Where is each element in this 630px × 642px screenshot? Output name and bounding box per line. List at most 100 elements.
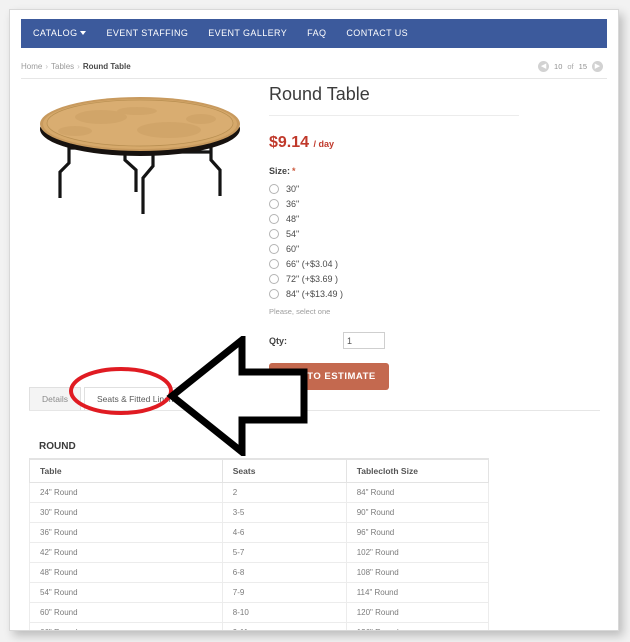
nav-item-label: FAQ bbox=[307, 28, 327, 38]
table-row: 42" Round 5-7 102" Round bbox=[29, 542, 490, 563]
nav-item-event-staffing[interactable]: EVENT STAFFING bbox=[96, 19, 198, 48]
size-option-60[interactable]: 60" bbox=[269, 241, 519, 256]
cell-tablecloth: 120" Round bbox=[345, 602, 490, 623]
size-option-label: 30" bbox=[286, 183, 300, 194]
tab-accessories[interactable]: Accessories bbox=[193, 387, 266, 411]
nav-item-label: CONTACT US bbox=[346, 28, 409, 38]
size-option-group: 30" 36" 48" 54" 60" 66" (+$3.04 ) 72" (+… bbox=[269, 181, 519, 301]
breadcrumb-current: Round Table bbox=[82, 61, 131, 71]
nav-item-label: CATALOG bbox=[33, 28, 78, 38]
breadcrumb-separator: › bbox=[77, 61, 80, 71]
cell-tablecloth: 90" Round bbox=[345, 502, 490, 523]
product-info: Round Table $9.14 / day Size: * 30" 36" 4… bbox=[269, 84, 519, 390]
nav-item-label: EVENT STAFFING bbox=[106, 28, 189, 38]
size-option-36[interactable]: 36" bbox=[269, 196, 519, 211]
table-header-row: Table Seats Tablecloth Size bbox=[29, 459, 490, 483]
size-option-label: 36" bbox=[286, 198, 300, 209]
size-option-label: 84" (+$13.49 ) bbox=[286, 288, 343, 299]
radio-icon[interactable] bbox=[269, 228, 279, 239]
radio-icon[interactable] bbox=[269, 243, 279, 254]
price-unit: / day bbox=[313, 139, 335, 149]
cell-seats: 9-11 bbox=[221, 622, 347, 630]
radio-icon[interactable] bbox=[269, 198, 279, 209]
spec-table-caption: ROUND bbox=[29, 434, 489, 459]
next-product-button[interactable]: ▶ bbox=[592, 60, 603, 72]
column-header-table: Table bbox=[29, 459, 223, 483]
size-option-label: 48" bbox=[286, 213, 300, 224]
size-option-label: 54" bbox=[286, 228, 300, 239]
tab-seats-and-fitted-linens[interactable]: Seats & Fitted Linens bbox=[83, 387, 191, 411]
radio-icon[interactable] bbox=[269, 258, 279, 269]
add-to-estimate-button[interactable]: ADD TO ESTIMATE bbox=[269, 363, 389, 390]
product-pagination: ◀ 10 of 15 ▶ bbox=[538, 60, 607, 72]
product-image[interactable] bbox=[29, 86, 260, 229]
breadcrumb-home[interactable]: Home bbox=[21, 62, 42, 71]
nav-item-catalog[interactable]: CATALOG bbox=[21, 19, 96, 48]
size-option-54[interactable]: 54" bbox=[269, 226, 519, 241]
product-detail-tabs: Details Seats & Fitted Linens Accessorie… bbox=[29, 387, 266, 411]
size-label-text: Size: bbox=[269, 166, 291, 176]
column-header-tablecloth-size: Tablecloth Size bbox=[345, 459, 490, 483]
cell-tablecloth: 102" Round bbox=[345, 542, 490, 563]
price-amount: $9.14 bbox=[269, 134, 310, 151]
nav-item-faq[interactable]: FAQ bbox=[297, 19, 336, 48]
spec-table-head: Table Seats Tablecloth Size bbox=[29, 459, 490, 483]
nav-item-contact-us[interactable]: CONTACT US bbox=[336, 19, 418, 48]
cell-table: 66" Round bbox=[29, 622, 223, 630]
pagination-of-label: of bbox=[567, 61, 574, 71]
table-row: 60" Round 8-10 120" Round bbox=[29, 602, 490, 623]
cell-table: 48" Round bbox=[29, 562, 223, 583]
cell-table: 24" Round bbox=[29, 482, 223, 503]
radio-icon[interactable] bbox=[269, 183, 279, 194]
table-row: 66" Round 9-11 126" Round bbox=[29, 622, 490, 630]
nav-item-event-gallery[interactable]: EVENT GALLERY bbox=[198, 19, 297, 48]
page-title: Round Table bbox=[269, 84, 519, 116]
product-price: $9.14 / day bbox=[269, 134, 519, 152]
table-row: 36" Round 4-6 96" Round bbox=[29, 522, 490, 543]
cell-tablecloth: 114" Round bbox=[345, 582, 490, 603]
quantity-row: Qty: bbox=[269, 332, 519, 349]
pagination-total: 15 bbox=[578, 61, 587, 71]
cell-seats: 2 bbox=[221, 482, 347, 503]
size-option-label: 66" (+$3.04 ) bbox=[286, 258, 338, 269]
breadcrumb-tables[interactable]: Tables bbox=[51, 62, 74, 71]
browser-page: CATALOG EVENT STAFFING EVENT GALLERY FAQ… bbox=[9, 9, 619, 631]
prev-product-button[interactable]: ◀ bbox=[538, 60, 550, 72]
tabs-divider bbox=[29, 410, 600, 411]
size-option-84[interactable]: 84" (+$13.49 ) bbox=[269, 286, 519, 301]
size-option-48[interactable]: 48" bbox=[269, 211, 519, 226]
cell-seats: 3-5 bbox=[221, 502, 347, 523]
cell-seats: 4-6 bbox=[221, 522, 347, 543]
cell-table: 42" Round bbox=[29, 542, 223, 563]
nav-item-label: EVENT GALLERY bbox=[208, 28, 288, 38]
size-option-label: 60" bbox=[286, 243, 300, 254]
tab-details[interactable]: Details bbox=[29, 387, 81, 411]
size-option-66[interactable]: 66" (+$3.04 ) bbox=[269, 256, 519, 271]
size-option-72[interactable]: 72" (+$3.69 ) bbox=[269, 271, 519, 286]
breadcrumb-separator: › bbox=[45, 61, 49, 71]
quantity-label: Qty: bbox=[269, 335, 287, 346]
radio-icon[interactable] bbox=[269, 273, 279, 284]
quantity-input[interactable] bbox=[343, 332, 385, 349]
cell-table: 60" Round bbox=[29, 602, 223, 623]
size-hint-text: Please, select one bbox=[269, 307, 331, 316]
table-row: 54" Round 7-9 114" Round bbox=[29, 582, 490, 603]
cell-tablecloth: 84" Round bbox=[345, 482, 490, 503]
cell-table: 36" Round bbox=[29, 522, 223, 543]
column-header-seats: Seats bbox=[221, 459, 347, 483]
required-asterisk: * bbox=[292, 166, 296, 176]
pagination-current: 10 bbox=[554, 61, 563, 71]
cell-seats: 5-7 bbox=[221, 542, 347, 563]
round-folding-table-illustration bbox=[29, 86, 260, 229]
table-row: 48" Round 6-8 108" Round bbox=[29, 562, 490, 583]
cell-seats: 7-9 bbox=[221, 582, 347, 603]
size-option-30[interactable]: 30" bbox=[269, 181, 519, 196]
screenshot-root: CATALOG EVENT STAFFING EVENT GALLERY FAQ… bbox=[0, 0, 630, 642]
seating-spec-table: ROUND Table Seats Tablecloth Size 24" Ro… bbox=[29, 434, 490, 630]
cell-seats: 6-8 bbox=[221, 562, 347, 583]
radio-icon[interactable] bbox=[269, 213, 279, 224]
cell-table: 30" Round bbox=[29, 502, 223, 523]
main-navbar: CATALOG EVENT STAFFING EVENT GALLERY FAQ… bbox=[21, 19, 607, 48]
cell-tablecloth: 96" Round bbox=[345, 522, 490, 543]
radio-icon[interactable] bbox=[269, 288, 279, 299]
